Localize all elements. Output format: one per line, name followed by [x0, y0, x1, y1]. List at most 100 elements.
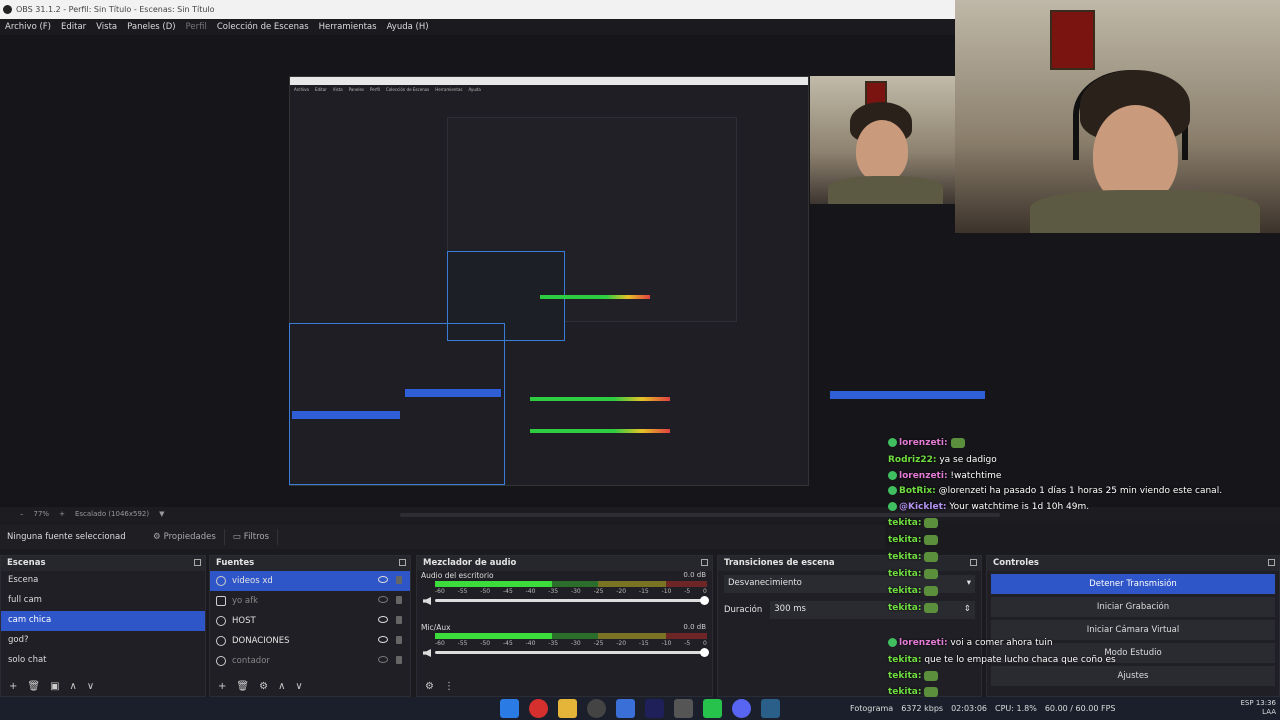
- menu-scene-collection[interactable]: Colección de Escenas: [217, 22, 309, 32]
- volume-knob[interactable]: [700, 596, 709, 605]
- start-icon[interactable]: [500, 699, 519, 718]
- lock-icon[interactable]: [396, 616, 402, 624]
- audio-channel-desktop: Audio del escritorio 0.0 dB -60 -55 -50 -45…: [421, 571, 709, 623]
- volume-slider[interactable]: [435, 596, 709, 605]
- badge-icon: [888, 471, 897, 480]
- scene-item-selected[interactable]: cam chica: [1, 611, 205, 631]
- menu-bar: Archivo (F) Editar Vista Paneles (D) Per…: [0, 19, 955, 35]
- db-tick-label: -40: [525, 640, 536, 647]
- scene-filter-icon[interactable]: ▣: [50, 681, 59, 692]
- opera-icon[interactable]: [529, 699, 548, 718]
- channel-name: Mic/Aux: [421, 623, 451, 632]
- level-fill: [435, 633, 552, 639]
- db-tick-label: -45: [502, 640, 513, 647]
- chat-overlay: lorenzeti: Rodriz22: ya se dadigo lorenz…: [888, 436, 1280, 720]
- menu-profile[interactable]: Perfil: [186, 22, 207, 32]
- obs-icon[interactable]: [587, 699, 606, 718]
- obs-logo-icon: [3, 5, 12, 14]
- chat-message: tekita:: [888, 601, 939, 617]
- settings-icon[interactable]: [674, 699, 693, 718]
- zoom-level: 77%: [33, 510, 50, 518]
- scene-item[interactable]: solo chat: [1, 651, 205, 671]
- delete-source-icon[interactable]: 🗑: [236, 681, 249, 692]
- source-item[interactable]: HOST: [210, 611, 410, 631]
- speaker-icon[interactable]: [423, 597, 431, 605]
- more-options-icon[interactable]: ⋮: [444, 681, 454, 692]
- db-tick-label: -35: [548, 588, 559, 595]
- menu-docks[interactable]: Paneles (D): [127, 22, 175, 32]
- webcam-main: [955, 0, 1280, 233]
- menu-help[interactable]: Ayuda (H): [387, 22, 429, 32]
- kick-icon[interactable]: [703, 699, 722, 718]
- scene-item[interactable]: god?: [1, 631, 205, 651]
- filters-button[interactable]: ▭ Filtros: [225, 529, 279, 545]
- visibility-icon[interactable]: [378, 636, 388, 643]
- db-tick-label: 0: [703, 640, 707, 647]
- db-tick-label: -25: [593, 588, 604, 595]
- zoom-in-icon[interactable]: +: [59, 510, 65, 518]
- source-item-selected[interactable]: videos xd: [210, 571, 410, 591]
- db-tick-label: -55: [457, 588, 468, 595]
- undock-icon[interactable]: [399, 559, 406, 566]
- menu-view[interactable]: Vista: [96, 22, 117, 32]
- properties-button[interactable]: ⚙ Propiedades: [145, 529, 225, 545]
- scene-item[interactable]: Escena: [1, 571, 205, 591]
- emote-icon: [924, 551, 939, 562]
- chat-message: tekita:: [888, 567, 939, 583]
- lock-icon[interactable]: [396, 656, 402, 664]
- volume-knob[interactable]: [700, 648, 709, 657]
- db-tick-label: -35: [548, 640, 559, 647]
- db-tick-label: -15: [638, 588, 649, 595]
- add-scene-icon[interactable]: +: [9, 681, 17, 692]
- delete-scene-icon[interactable]: 🗑: [27, 681, 40, 692]
- steam-icon[interactable]: [761, 699, 780, 718]
- undock-icon[interactable]: [194, 559, 201, 566]
- scene-item[interactable]: full cam: [1, 591, 205, 611]
- window-title: OBS 31.1.2 - Perfil: Sin Título - Escena…: [16, 5, 215, 14]
- source-item[interactable]: yo afk: [210, 591, 410, 611]
- db-tick-label: -25: [593, 640, 604, 647]
- menu-edit[interactable]: Editar: [61, 22, 86, 32]
- lock-icon[interactable]: [396, 576, 402, 584]
- db-tick-label: -10: [661, 588, 672, 595]
- source-item[interactable]: contador: [210, 651, 410, 671]
- move-down-icon[interactable]: ∨: [295, 681, 302, 692]
- hidden-icon[interactable]: [378, 596, 388, 603]
- menu-file[interactable]: Archivo (F): [5, 22, 51, 32]
- undock-icon[interactable]: [701, 559, 708, 566]
- mixer-title: Mezclador de audio: [423, 558, 517, 568]
- emote-icon: [924, 670, 939, 681]
- badge-icon: [888, 438, 897, 447]
- folder-icon[interactable]: [558, 699, 577, 718]
- advanced-audio-icon[interactable]: ⚙: [425, 681, 434, 692]
- discord-icon[interactable]: [732, 699, 751, 718]
- move-up-icon[interactable]: ∧: [278, 681, 285, 692]
- emote-icon: [950, 437, 965, 448]
- premiere-icon[interactable]: [645, 699, 664, 718]
- app-icon[interactable]: [616, 699, 635, 718]
- menu-tools[interactable]: Herramientas: [319, 22, 377, 32]
- speaker-icon[interactable]: [423, 649, 431, 657]
- hidden-icon[interactable]: [378, 656, 388, 663]
- windows-taskbar: Fotograma 6372 kbps 02:03:06 CPU: 1.8% 6…: [0, 697, 1280, 720]
- db-tick-label: -60: [435, 588, 445, 595]
- volume-slider[interactable]: [435, 648, 709, 657]
- lock-icon[interactable]: [396, 636, 402, 644]
- source-item[interactable]: DONACIONES: [210, 631, 410, 651]
- move-up-icon[interactable]: ∧: [70, 681, 77, 692]
- nested-obs-capture: Archivo Editar Vista Paneles Perfil Colección…: [289, 76, 985, 486]
- visibility-icon[interactable]: [378, 616, 388, 623]
- zoom-out-icon[interactable]: –: [20, 510, 24, 518]
- chat-message: tekita:: [888, 669, 939, 685]
- sources-title: Fuentes: [216, 558, 255, 568]
- scale-dropdown-icon[interactable]: ▼: [159, 510, 164, 518]
- audio-channel-mic: Mic/Aux 0.0 dB -60 -55 -50 -45 -40 -35 -30 -25-…: [421, 623, 709, 675]
- obs-status-bar: Fotograma 6372 kbps 02:03:06 CPU: 1.8% 6…: [850, 704, 1116, 713]
- stream-time: 02:03:06: [951, 704, 988, 713]
- source-settings-icon[interactable]: ⚙: [259, 681, 268, 692]
- move-down-icon[interactable]: ∨: [87, 681, 94, 692]
- add-source-icon[interactable]: +: [218, 681, 226, 692]
- bitrate: 6372 kbps: [901, 704, 944, 713]
- visibility-icon[interactable]: [378, 576, 388, 583]
- lock-icon[interactable]: [396, 596, 402, 604]
